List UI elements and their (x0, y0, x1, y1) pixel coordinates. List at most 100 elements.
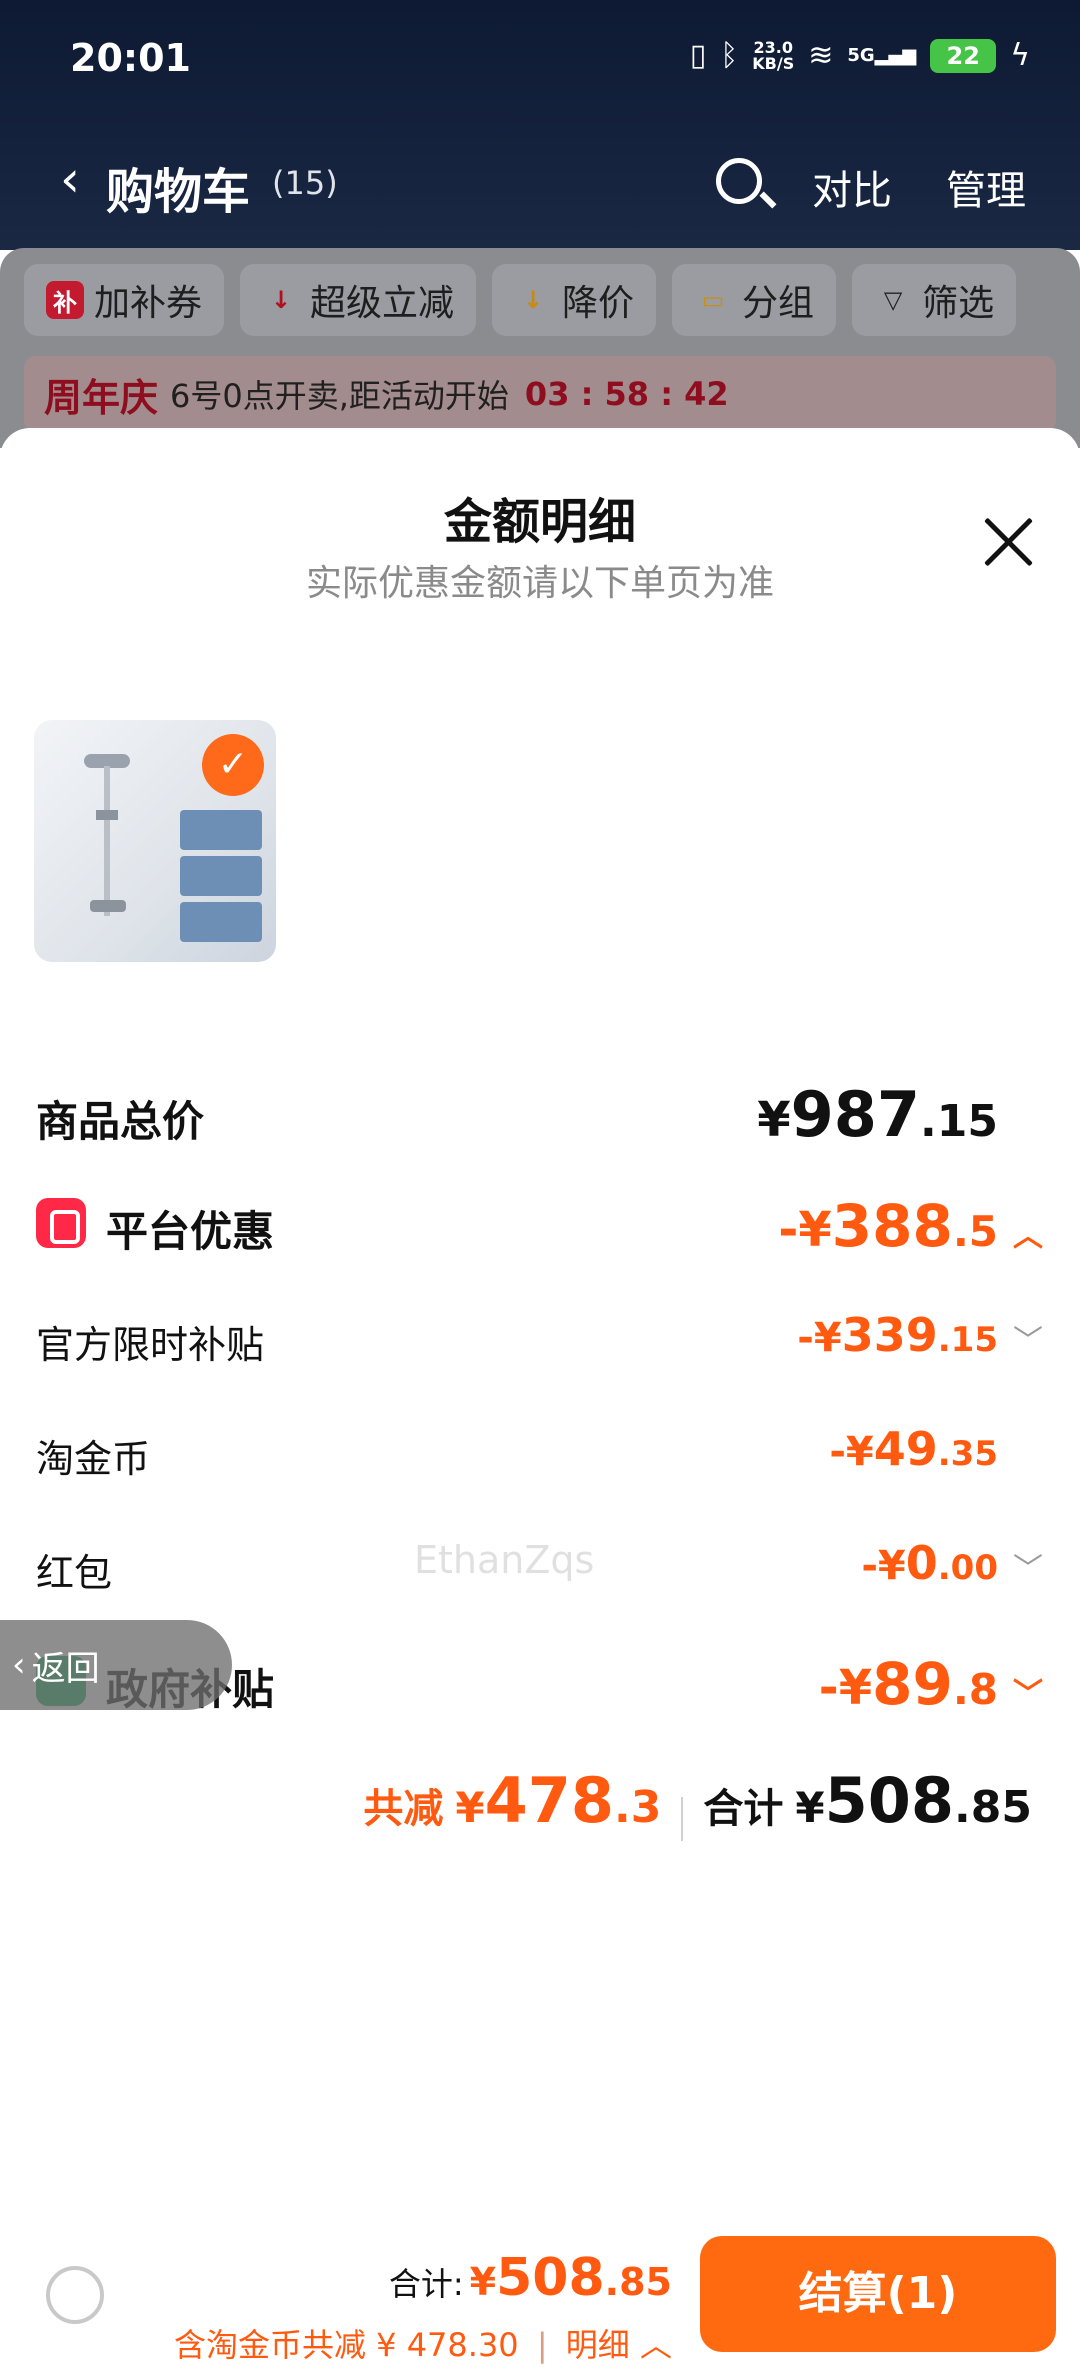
row-label: 红包 (36, 1551, 113, 1595)
nav-bar: ‹ 购物车 (15) 对比 管理 (0, 140, 1080, 220)
bottom-detail-text: 含淘金币共减 ¥ 478.30 (173, 2326, 519, 2364)
bottom-total-int: 508 (496, 2248, 605, 2308)
row-platform-discount[interactable]: 平台优惠 -¥ 388 .5 ︿ (36, 1192, 1044, 1272)
chevron-up-icon[interactable]: ︿ (1012, 1211, 1044, 1255)
amount-int: 49 (873, 1422, 938, 1476)
grand-total-int: 508 (824, 1764, 955, 1837)
currency: -¥ (829, 1429, 874, 1475)
filter-chip-super-discount[interactable]: ↓ 超级立减 (240, 264, 477, 336)
search-icon[interactable] (716, 158, 762, 204)
currency: -¥ (818, 1660, 873, 1716)
bottom-detail-line[interactable]: 含淘金币共减 ¥ 478.30 | 明细 ︿ (174, 2320, 672, 2366)
row-official-subsidy[interactable]: 官方限时补贴 -¥ 339 .15 ﹀ (36, 1308, 1044, 1388)
promo-tag: 周年庆 (44, 375, 159, 420)
currency: -¥ (797, 1315, 842, 1361)
filter-chip-group[interactable]: ▭ 分组 (672, 264, 837, 336)
total-off-label: 共减 (363, 1786, 444, 1832)
bottom-bar: 合计: ¥ 508 .85 含淘金币共减 ¥ 478.30 | 明细 ︿ 结算(… (0, 2220, 1080, 2374)
down-arrow-icon: ↓ (270, 286, 292, 314)
signal-icon: 5G▂▄▆ (847, 45, 917, 66)
amount-int: 0 (905, 1536, 938, 1590)
chevron-down-icon[interactable]: ﹀ (1012, 1669, 1044, 1713)
amount-dec: .5 (952, 1207, 998, 1256)
amount-int: 987 (790, 1078, 921, 1151)
filter-chip-coupon[interactable]: 补 加补券 (24, 264, 225, 336)
platform-discount-value: -¥ 388 .5 ︿ (778, 1192, 1044, 1260)
amount-dec: .35 (937, 1434, 998, 1474)
back-chevron-icon[interactable]: ‹ (60, 150, 80, 208)
grand-total-currency: ¥ (795, 1783, 825, 1832)
selected-check-icon[interactable]: ✓ (202, 734, 264, 796)
product-thumbnail[interactable]: ✓ (34, 720, 276, 962)
filter-chip-label: 加补券 (94, 283, 203, 324)
amount-dec: .8 (952, 1665, 998, 1714)
checkout-button[interactable]: 结算(1) (700, 2236, 1056, 2352)
chevron-down-icon[interactable]: ﹀ (1012, 1316, 1044, 1360)
row-label: 平台优惠 (106, 1207, 275, 1256)
folder-icon: ▭ (701, 286, 725, 314)
row-red-packet[interactable]: 红包 -¥ 0 .00 ﹀ (36, 1536, 1044, 1616)
sheet-subtitle: 实际优惠金额请以下单页为准 (305, 563, 774, 604)
bluetooth-icon: ᛒ (720, 38, 739, 73)
cart-count: (15) (272, 164, 338, 202)
status-bar: 20:01 ▯ ᛒ 23.0 KB/S ≋ 5G▂▄▆ 22 ϟ (0, 0, 1080, 120)
promo-countdown: 03 : 58 : 42 (524, 375, 729, 413)
signal-label: 5G (847, 45, 875, 66)
bottom-total-dec: .85 (604, 2260, 672, 2304)
total-off-int: 478 (484, 1764, 615, 1837)
detail-link[interactable]: 明细 (566, 2326, 630, 2364)
row-label: 商品总价 (36, 1097, 205, 1146)
filter-chip-label: 分组 (742, 283, 815, 324)
amount-int: 89 (872, 1650, 953, 1718)
filter-chip-label: 降价 (562, 283, 635, 324)
status-time: 20:01 (70, 36, 191, 80)
status-icons: ▯ ᛒ 23.0 KB/S ≋ 5G▂▄▆ 22 ϟ (690, 38, 1030, 73)
feature-panel (180, 856, 262, 896)
feature-panel (180, 902, 262, 942)
net-speed: 23.0 KB/S (752, 39, 795, 73)
feature-panel (180, 810, 262, 850)
manage-button[interactable]: 管理 (946, 158, 1026, 216)
amount-dec: .15 (937, 1320, 998, 1360)
filter-chip-price-drop[interactable]: ↓ 降价 (492, 264, 657, 336)
net-speed-unit: KB/S (752, 53, 795, 73)
row-goods-total: 商品总价 ¥ 987 .15 (36, 1078, 1044, 1158)
price-drop-icon: ↓ (522, 286, 544, 314)
bottom-total: 合计: ¥ 508 .85 (389, 2248, 672, 2308)
battery-icon: 22 (930, 38, 997, 73)
bottom-detail-separator: | (536, 2326, 548, 2364)
shower-image-icon (84, 754, 130, 916)
currency: -¥ (861, 1543, 906, 1589)
floating-back-button[interactable]: ‹ 返回 (0, 1620, 232, 1710)
filter-chip-label: 筛选 (922, 283, 995, 324)
chevron-up-icon[interactable]: ︿ (640, 2326, 672, 2364)
summary-divider (681, 1797, 684, 1841)
row-taojinbi: 淘金币 -¥ 49 .35 ﹀ (36, 1422, 1044, 1502)
promo-banner[interactable]: 周年庆 6号0点开卖,距活动开始 03 : 58 : 42 (24, 356, 1056, 432)
select-all-radio[interactable] (46, 2266, 104, 2324)
chevron-down-icon[interactable]: ﹀ (1012, 1544, 1044, 1588)
coupon-icon: 补 (46, 281, 84, 319)
product-feature-panels (180, 810, 262, 942)
amount-dec: .15 (920, 1096, 998, 1147)
discount-summary: 共减 ¥ 478 .3 合计 ¥ 508 .85 (0, 1764, 1032, 1874)
gov-subsidy-value: -¥ 89 .8 ﹀ (819, 1650, 1044, 1718)
back-chevron-icon: ‹ (12, 1645, 26, 1685)
row-label: 淘金币 (36, 1437, 151, 1481)
bottom-total-label: 合计: (388, 2265, 464, 2303)
filter-chip-label: 超级立减 (310, 283, 455, 324)
close-icon[interactable] (980, 514, 1036, 570)
amount-int: 388 (831, 1192, 953, 1260)
bottom-total-currency: ¥ (469, 2260, 497, 2304)
amount-dec: .00 (937, 1548, 998, 1588)
row-label: 官方限时补贴 (36, 1323, 265, 1367)
filter-bar: 补 加补券 ↓ 超级立减 ↓ 降价 ▭ 分组 ▽ 筛选 (24, 264, 1017, 336)
total-off-currency: ¥ (455, 1783, 485, 1832)
promo-text: 6号0点开卖,距活动开始 (170, 377, 509, 415)
filter-chip-filter[interactable]: ▽ 筛选 (852, 264, 1017, 336)
platform-discount-icon (36, 1198, 86, 1248)
compare-button[interactable]: 对比 (812, 158, 892, 216)
total-off-dec: .3 (614, 1782, 662, 1833)
page-title: 购物车 (106, 164, 251, 220)
price-detail-sheet: 金额明细 实际优惠金额请以下单页为准 ✓ EthanZqs 商品总价 ¥ 987… (0, 428, 1080, 2374)
